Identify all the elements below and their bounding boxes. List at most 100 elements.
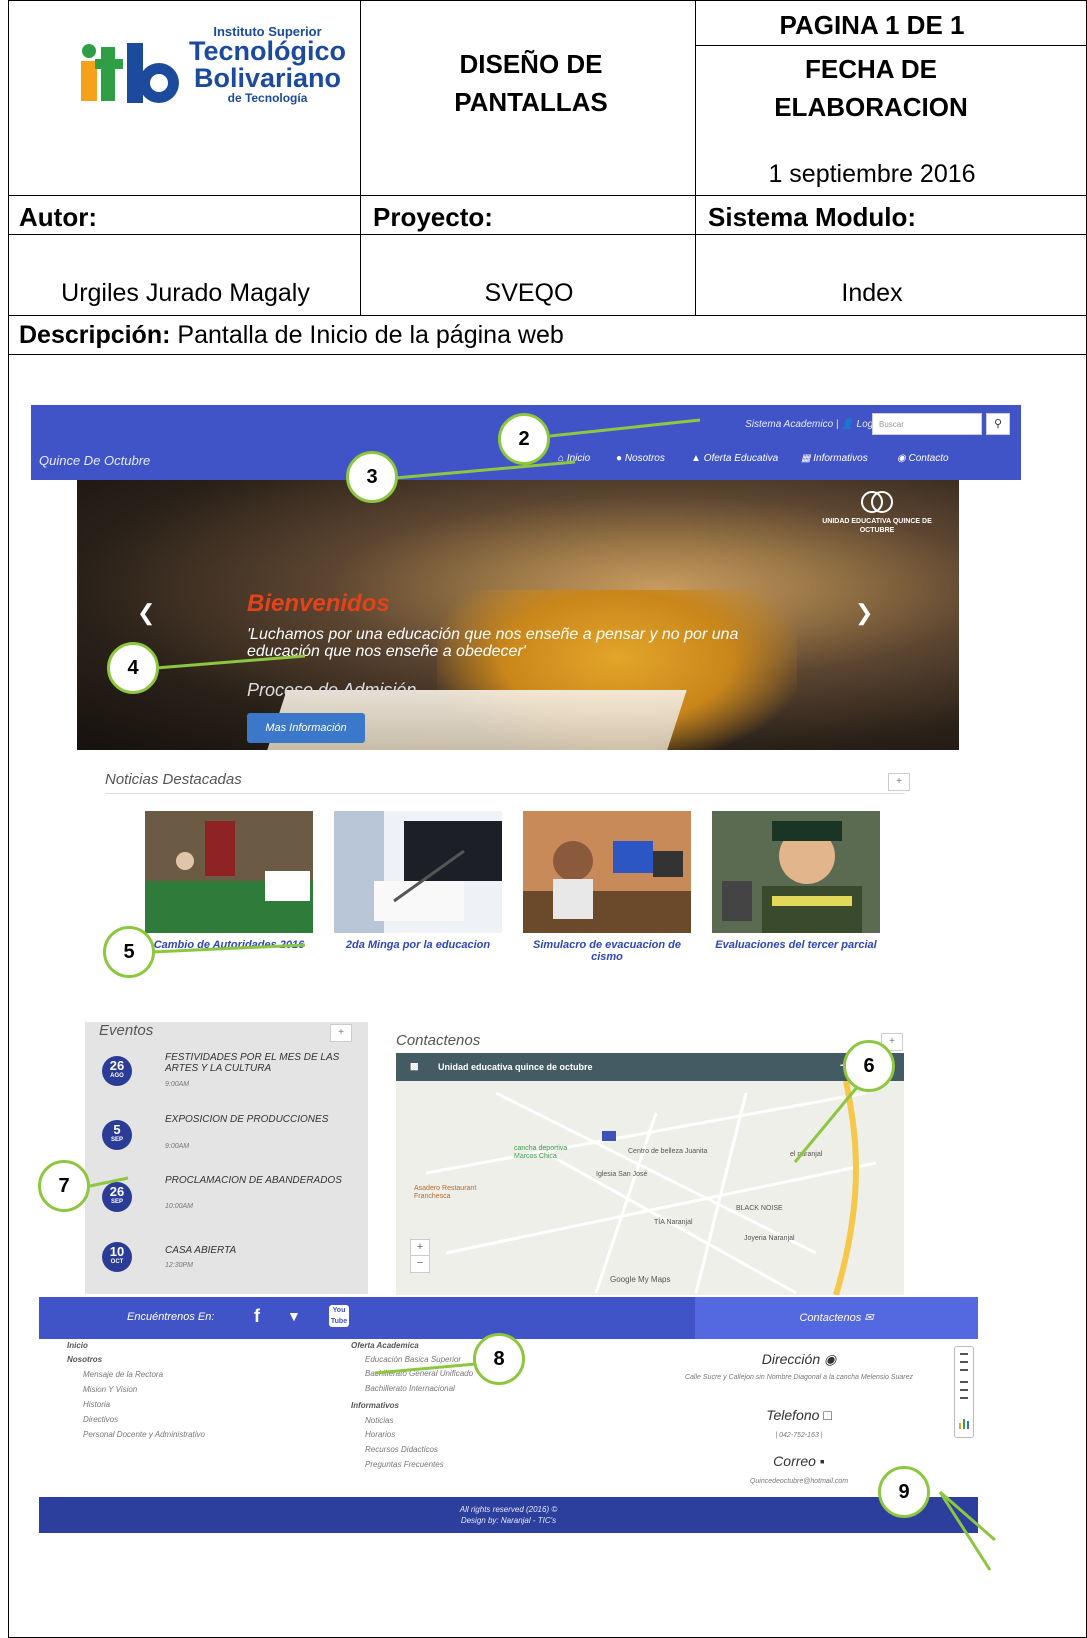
phone-icon: □: [823, 1407, 832, 1423]
map-marker-icon[interactable]: [602, 1131, 616, 1141]
news-caption-2[interactable]: 2da Minga por la educacion: [328, 939, 508, 951]
doc-title: DISEÑO DE PANTALLAS: [454, 49, 608, 117]
more-info-button[interactable]: Mas Información: [247, 713, 365, 743]
event-title-2[interactable]: EXPOSICION DE PRODUCCIONES: [165, 1114, 355, 1125]
event-month: SEP: [110, 1137, 123, 1143]
side-widget-icon: [959, 1353, 969, 1429]
nav-nosotros-label: Nosotros: [624, 453, 665, 464]
footer-informativos-link[interactable]: Informativos: [351, 1401, 399, 1410]
nav-oferta[interactable]: ▲ Oferta Educativa: [691, 453, 778, 464]
footer-contact-button[interactable]: Contactenos ✉: [695, 1297, 978, 1339]
module-label-cell: Sistema Modulo:: [695, 195, 1087, 235]
news-image-1[interactable]: [145, 811, 313, 933]
news-expand-button[interactable]: +: [888, 773, 910, 791]
nav-inicio[interactable]: ⌂ Inicio: [558, 453, 590, 464]
footer-link[interactable]: Educación Basica Superior: [365, 1355, 461, 1364]
description-cell: Descripción: Pantalla de Inicio de la pá…: [8, 315, 1087, 355]
itb-logo-icon: [81, 43, 179, 103]
footer-address: Calle Sucre y Callejon sin Nombre Diagon…: [684, 1374, 913, 1381]
chat-icon: ▪: [819, 1453, 825, 1469]
hero-title: Bienvenidos: [247, 590, 390, 617]
footer-link[interactable]: Bachillerato General Unificado: [365, 1369, 473, 1378]
news-caption-4[interactable]: Evaluaciones del tercer parcial: [706, 939, 886, 951]
map-pin-icon: ◉: [824, 1351, 837, 1367]
description: Descripción: Pantalla de Inicio de la pá…: [19, 321, 564, 350]
map-menu-icon[interactable]: ▩: [410, 1061, 419, 1072]
top-links[interactable]: Sistema Academico | 👤 Login: [745, 419, 881, 430]
news-caption-1[interactable]: Cambio de Autoridades 2016: [139, 939, 319, 951]
youtube-icon[interactable]: You Tube: [329, 1305, 349, 1327]
description-value: Pantalla de Inicio de la página web: [177, 321, 564, 349]
footer-link[interactable]: Personal Docente y Administrativo: [83, 1430, 205, 1439]
search-icon[interactable]: ⚲: [986, 413, 1010, 435]
map-label-4: Asadero Restaurant Franchesca: [414, 1185, 477, 1200]
footer-link[interactable]: Preguntas Frecuentes: [365, 1460, 444, 1469]
copyright-bar: All rights reserved (2016) © Design by: …: [39, 1497, 978, 1533]
phone-label: Telefono: [766, 1407, 820, 1423]
map-label-5: TÍA Naranjal: [654, 1219, 693, 1226]
callout-2: 2: [498, 413, 550, 465]
school-logo: UNIDAD EDUCATIVA QUINCE DE OCTUBRE: [822, 490, 932, 540]
footer-link[interactable]: Directivos: [83, 1415, 118, 1424]
footer-link[interactable]: Noticias: [365, 1416, 393, 1425]
footer-link[interactable]: Mensaje de la Rectora: [83, 1370, 163, 1379]
search-input[interactable]: Buscar: [872, 413, 982, 435]
footer-link[interactable]: Recursos Didacticos: [365, 1445, 438, 1454]
event-title-1[interactable]: FESTIVIDADES POR EL MES DE LAS ARTES Y L…: [165, 1052, 355, 1074]
callout-9: 9: [878, 1466, 930, 1518]
side-widget[interactable]: [954, 1346, 974, 1438]
map-toolbar: ▩ Unidad educativa quince de octubre ➜ ⛶: [396, 1053, 904, 1081]
event-time-4: 12:30PM: [165, 1262, 194, 1269]
author-value-cell: Urgiles Jurado Magaly: [8, 234, 361, 316]
hero-subtitle: Proceso de Admisión: [247, 680, 417, 700]
project-label-cell: Proyecto:: [360, 195, 696, 235]
map-title: Unidad educativa quince de octubre: [438, 1062, 593, 1072]
event-day: 26: [109, 1058, 125, 1073]
design-credit: Design by: Naranjal - TIC's: [460, 1516, 557, 1525]
event-title-3[interactable]: PROCLAMACION DE ABANDERADOS: [165, 1175, 355, 1186]
logo-line4: de Tecnología: [227, 91, 308, 105]
event-day: 5: [113, 1122, 121, 1137]
event-month: SEP: [110, 1199, 123, 1205]
footer-link[interactable]: Horarios: [365, 1430, 395, 1439]
event-title-4[interactable]: CASA ABIERTA: [165, 1245, 355, 1256]
footer-link[interactable]: Historia: [83, 1400, 110, 1409]
zoom-out-button[interactable]: −: [410, 1255, 430, 1273]
carousel-prev-icon[interactable]: ❮: [137, 600, 155, 626]
footer-inicio-link[interactable]: Inicio: [67, 1341, 88, 1350]
news-caption-3[interactable]: Simulacro de evacuacion de cismo: [517, 939, 697, 963]
project-value: SVEQO: [484, 279, 574, 307]
module-label: Sistema Modulo:: [708, 202, 917, 232]
site-brand[interactable]: Quince De Octubre: [39, 453, 150, 468]
hero-quote: 'Luchamos por una educación que nos ense…: [247, 626, 739, 660]
nav-informativos[interactable]: ▦ Informativos: [801, 453, 868, 464]
project-label: Proyecto:: [373, 202, 493, 232]
news-divider: [105, 793, 905, 794]
nav-inicio-label: Inicio: [566, 453, 591, 464]
map-label-9: Google My Maps: [610, 1275, 671, 1284]
author-label-cell: Autor:: [8, 195, 361, 235]
event-date-4: 10 OCT: [102, 1242, 132, 1272]
facebook-icon[interactable]: f: [254, 1306, 260, 1327]
copyright-text: All rights reserved (2016) ©: [459, 1505, 558, 1514]
footer-link[interactable]: Mision Y Vision: [83, 1385, 137, 1394]
nav-informativos-label: Informativos: [813, 453, 868, 464]
events-expand-button[interactable]: +: [330, 1024, 352, 1042]
logo-line3: Bolivariano: [193, 63, 342, 93]
footer-nosotros-link[interactable]: Nosotros: [67, 1355, 102, 1364]
news-image-4[interactable]: [712, 811, 880, 933]
map-label-2: Centro de belleza Juanita: [628, 1148, 708, 1155]
twitter-icon[interactable]: ▼: [287, 1308, 301, 1324]
carousel-next-icon[interactable]: ❯: [855, 600, 873, 626]
news-image-3[interactable]: [523, 811, 691, 933]
nav-contacto[interactable]: ◉ Contacto: [897, 453, 949, 464]
footer-oferta-link[interactable]: Oferta Academica: [351, 1341, 419, 1350]
title-cell: DISEÑO DE PANTALLAS: [360, 0, 696, 196]
nav-nosotros[interactable]: ● Nosotros: [616, 453, 665, 464]
event-month: OCT: [110, 1259, 124, 1265]
page-cell: PAGINA 1 DE 1: [695, 0, 1087, 46]
map-label-8: el naranjal: [790, 1151, 823, 1158]
footer-link[interactable]: Bachillerato Internacional: [365, 1384, 455, 1393]
google-map[interactable]: ▩ Unidad educativa quince de octubre ➜ ⛶…: [396, 1053, 904, 1295]
news-image-2[interactable]: [334, 811, 502, 933]
